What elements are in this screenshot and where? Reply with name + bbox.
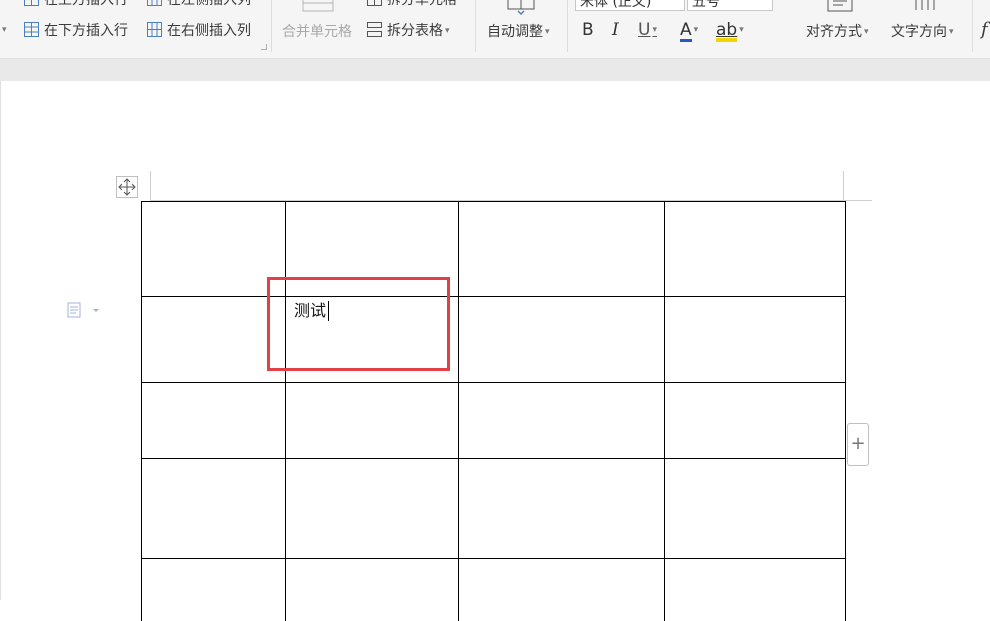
- document-table[interactable]: [141, 201, 846, 621]
- split-cells-label: 拆分单元格: [387, 0, 457, 8]
- table-col-border: [845, 201, 846, 621]
- auto-fit-label: 自动调整: [487, 24, 543, 40]
- ribbon-separator: [271, 0, 272, 52]
- bold-label: B: [582, 20, 594, 40]
- insert-row-above-button[interactable]: 在上方插入行: [24, 0, 128, 10]
- text-direction-icon: [912, 0, 938, 20]
- table-row-border: [141, 458, 846, 459]
- paragraph-layout-button[interactable]: [66, 301, 100, 319]
- ribbon-separator: [475, 0, 476, 52]
- insert-col-left-button[interactable]: 在左侧插入列: [147, 0, 251, 10]
- formula-button[interactable]: f: [981, 20, 988, 40]
- auto-fit-icon: [507, 0, 535, 20]
- table-row-border: [141, 382, 846, 383]
- ribbon-separator: [567, 0, 568, 52]
- italic-label: I: [612, 20, 619, 40]
- split-table-button[interactable]: 拆分表格 ▾: [367, 21, 450, 41]
- split-table-label: 拆分表格: [387, 23, 443, 39]
- insert-col-right-button[interactable]: 在右侧插入列: [147, 21, 251, 41]
- insert-row-below-icon: [24, 22, 39, 37]
- group-dialog-launcher[interactable]: [261, 44, 267, 50]
- font-color-button[interactable]: A ▾: [680, 20, 698, 42]
- align-label: 对齐方式: [806, 24, 862, 40]
- merge-cells-button[interactable]: 合并单元格: [282, 22, 352, 42]
- insert-row-above-label: 在上方插入行: [44, 0, 128, 8]
- ribbon-toolbar: ▾ 在上方插入行 在左侧插入列 在下方插入行 在右侧插入列 合并单元格 拆分单元…: [0, 0, 990, 59]
- margin-mark: [150, 171, 151, 201]
- insert-row-below-button[interactable]: 在下方插入行: [24, 21, 128, 41]
- merge-cells-icon: [302, 0, 334, 18]
- insert-col-left-label: 在左侧插入列: [167, 0, 251, 8]
- table-cell[interactable]: [142, 297, 285, 382]
- plus-icon: +: [850, 433, 866, 454]
- text-direction-button[interactable]: 文字方向 ▾: [891, 22, 954, 42]
- font-color-label: A: [680, 20, 692, 42]
- ribbon-separator: [972, 0, 973, 52]
- align-button[interactable]: 对齐方式 ▾: [806, 22, 869, 42]
- highlight-button[interactable]: ab ▾: [716, 20, 744, 42]
- formula-label: f: [981, 19, 988, 40]
- move-arrows-icon: [118, 178, 136, 196]
- add-column-button[interactable]: +: [847, 423, 869, 466]
- split-table-icon: [367, 22, 382, 37]
- highlight-box: [267, 277, 450, 371]
- merge-cells-label: 合并单元格: [282, 24, 352, 40]
- underline-button[interactable]: U ▾: [638, 20, 657, 40]
- insert-row-below-label: 在下方插入行: [44, 23, 128, 39]
- font-name-select[interactable]: 宋体 (正文): [575, 0, 685, 11]
- insert-col-right-label: 在右侧插入列: [167, 23, 251, 39]
- split-cells-icon: [367, 0, 382, 6]
- insert-row-above-icon: [24, 0, 39, 6]
- table-cell[interactable]: [459, 202, 664, 296]
- font-size-select[interactable]: 五号: [687, 0, 773, 11]
- table-move-handle[interactable]: [116, 176, 138, 198]
- insert-col-left-icon: [147, 0, 162, 6]
- table-cell[interactable]: [665, 297, 845, 382]
- bold-button[interactable]: B: [582, 20, 594, 40]
- table-cell[interactable]: [665, 202, 845, 296]
- table-cell[interactable]: [459, 297, 664, 382]
- font-size-value: 五号: [692, 0, 720, 10]
- align-icon: [827, 0, 853, 18]
- paragraph-layout-icon: [67, 302, 99, 318]
- underline-label: U: [638, 20, 651, 40]
- partial-left-group[interactable]: ▾: [0, 20, 7, 40]
- insert-col-right-icon: [147, 22, 162, 37]
- table-row-border: [141, 558, 846, 559]
- auto-fit-button[interactable]: 自动调整 ▾: [487, 22, 550, 42]
- italic-button[interactable]: I: [612, 20, 619, 40]
- margin-mark: [843, 171, 844, 201]
- table-cell[interactable]: [142, 202, 285, 296]
- text-direction-label: 文字方向: [891, 24, 947, 40]
- split-cells-button[interactable]: 拆分单元格: [367, 0, 457, 10]
- page-gap: [0, 59, 990, 81]
- font-name-value: 宋体 (正文): [580, 0, 652, 10]
- highlight-label: ab: [716, 20, 738, 42]
